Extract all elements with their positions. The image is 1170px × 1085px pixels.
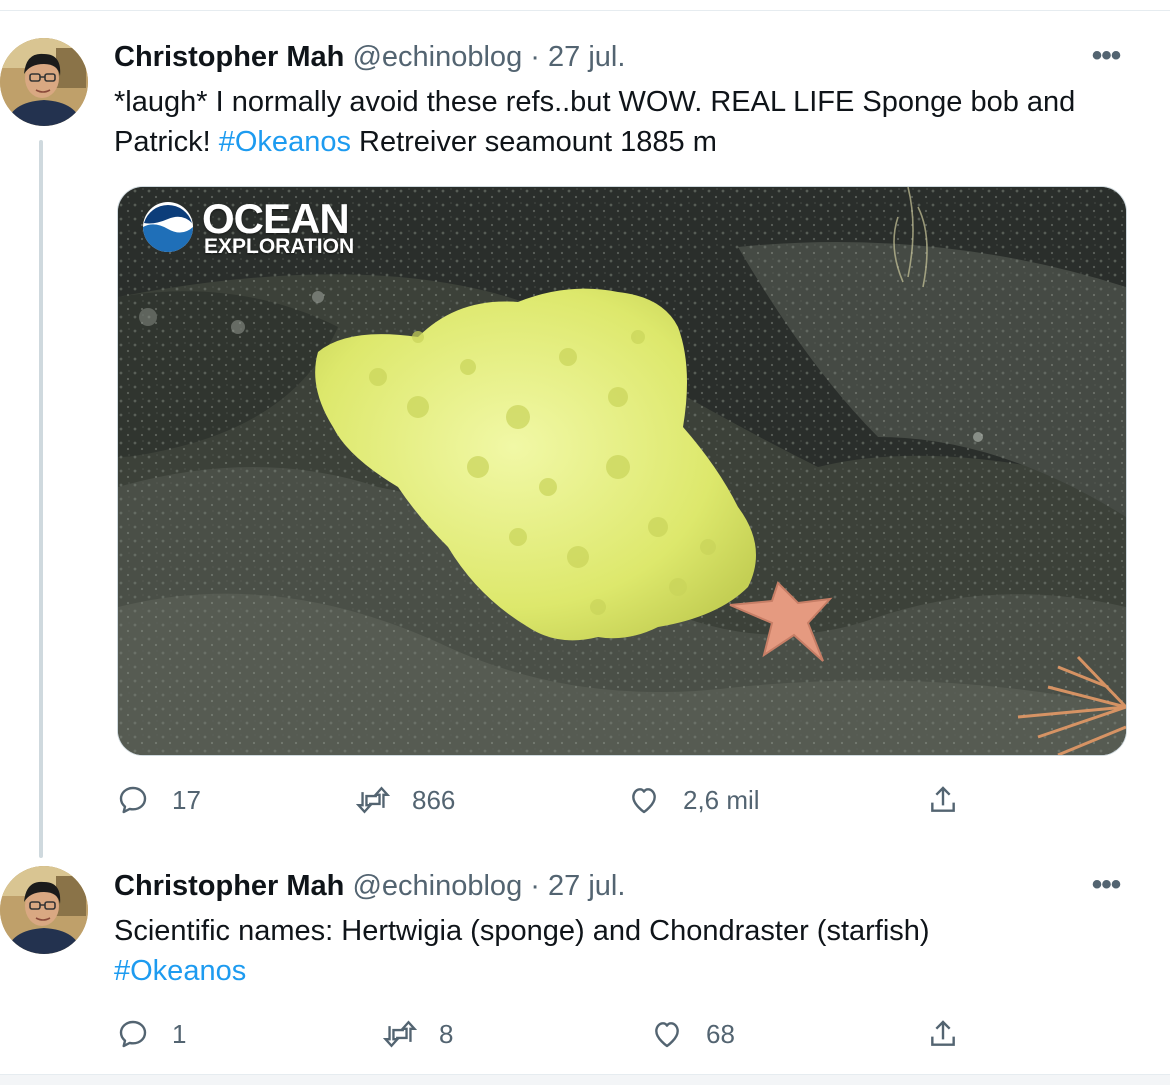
hashtag-link[interactable]: #Okeanos [114,955,246,987]
separator-dot: · [530,41,540,73]
like-button[interactable]: 68 [650,1014,735,1054]
share-button[interactable] [926,1014,960,1054]
separator-dot: · [530,870,540,902]
retweet-count: 866 [412,784,456,815]
author-name[interactable]: Christopher Mah [114,41,344,73]
noaa-logo [142,201,194,253]
tweet-text-part: Scientific names: Hertwigia (sponge) and… [114,915,930,947]
retweet-button[interactable]: 866 [356,780,455,820]
author-handle[interactable]: @echinoblog [352,870,522,902]
retweet-icon [383,1017,417,1051]
tweet-text-part: Retreiver seamount 1885 m [350,126,717,158]
top-divider [0,10,1170,11]
tweet-header: Christopher Mah @echinoblog · 27 jul. [114,37,625,77]
reply-icon [116,783,150,817]
tweet-media-image[interactable]: OCEAN EXPLORATION [117,186,1127,756]
like-count: 2,6 mil [683,784,760,815]
tweet-text: Scientific names: Hertwigia (sponge) and… [114,911,1134,991]
tweet-date[interactable]: 27 jul. [548,870,625,902]
share-icon [926,1017,960,1051]
avatar[interactable] [0,866,88,954]
like-button[interactable]: 2,6 mil [627,780,760,820]
ocean-exploration-subtitle: EXPLORATION [204,235,355,258]
reply-icon [116,1017,150,1051]
retweet-count: 8 [439,1018,454,1049]
hashtag-link[interactable]: #Okeanos [219,126,351,158]
tweet-date[interactable]: 27 jul. [548,41,625,73]
heart-icon [650,1017,684,1051]
heart-icon [627,783,661,817]
more-options-icon[interactable]: ••• [1086,865,1126,905]
tweet-header: Christopher Mah @echinoblog · 27 jul. [114,866,625,906]
bottom-divider [0,1074,1170,1085]
tweet-text: *laugh* I normally avoid these refs..but… [114,82,1134,162]
share-button[interactable] [926,780,960,820]
retweet-button[interactable]: 8 [383,1014,453,1054]
like-count: 68 [706,1018,735,1049]
reply-button[interactable]: 1 [116,1014,186,1054]
reply-count: 17 [172,784,201,815]
thread-connector-line [39,140,43,858]
reply-button[interactable]: 17 [116,780,201,820]
author-handle[interactable]: @echinoblog [352,41,522,73]
retweet-icon [356,783,390,817]
reply-count: 1 [172,1018,187,1049]
more-options-icon[interactable]: ••• [1086,36,1126,76]
author-name[interactable]: Christopher Mah [114,870,344,902]
share-icon [926,783,960,817]
avatar[interactable] [0,38,88,126]
